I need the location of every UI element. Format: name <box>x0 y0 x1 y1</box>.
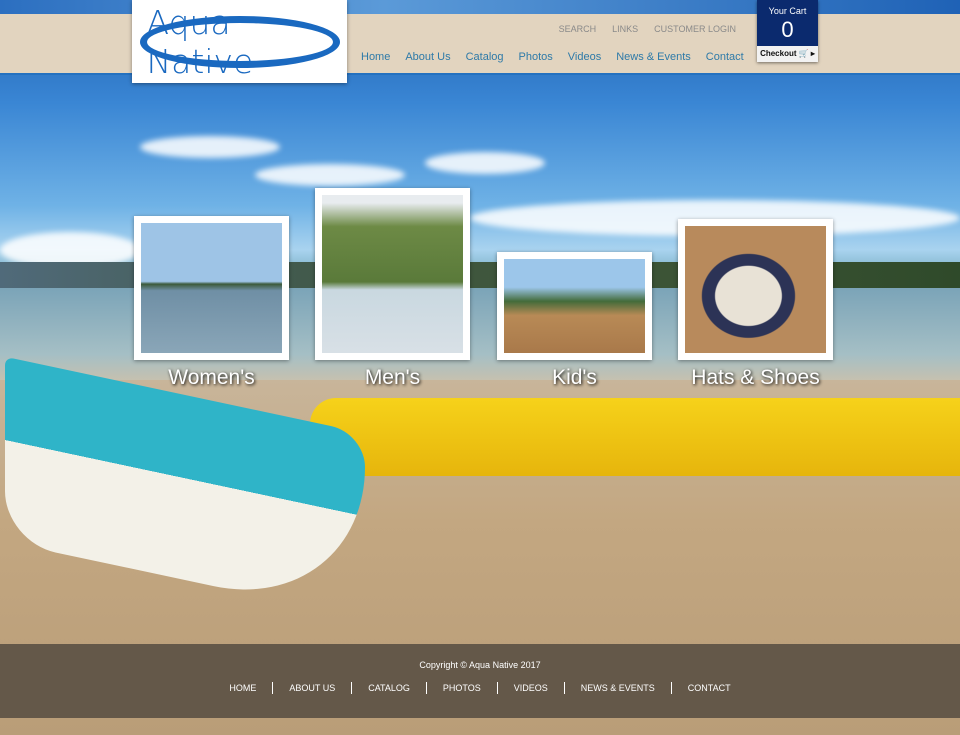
nav-videos[interactable]: Videos <box>568 51 601 63</box>
kids-photo <box>504 259 645 353</box>
utility-links: SEARCH LINKS CUSTOMER LOGIN <box>559 24 736 34</box>
mens-photo <box>322 195 463 353</box>
main-nav: Home About Us Catalog Photos Videos News… <box>361 51 744 63</box>
logo[interactable]: Aqua Native <box>132 0 347 83</box>
links-link[interactable]: LINKS <box>612 24 638 34</box>
search-link[interactable]: SEARCH <box>559 24 597 34</box>
footer-videos[interactable]: VIDEOS <box>496 682 564 694</box>
category-label-womens[interactable]: Women's <box>134 366 289 390</box>
checkout-button[interactable]: Checkout 🛒 ▸ <box>757 46 818 62</box>
cart-widget[interactable]: Your Cart 0 Checkout 🛒 ▸ <box>757 0 818 62</box>
footer-about-us[interactable]: ABOUT US <box>272 682 351 694</box>
womens-photo <box>141 223 282 353</box>
nav-home[interactable]: Home <box>361 51 390 63</box>
cart-count: 0 <box>781 17 794 42</box>
cloud <box>140 136 280 158</box>
logo-text: Aqua Native <box>139 3 340 81</box>
category-mens[interactable] <box>315 188 470 360</box>
nav-catalog[interactable]: Catalog <box>466 51 504 63</box>
category-hats-shoes[interactable] <box>678 219 833 360</box>
category-womens[interactable] <box>134 216 289 360</box>
category-label-mens[interactable]: Men's <box>315 366 470 390</box>
cart-title: Your Cart <box>768 6 807 16</box>
cloud <box>255 164 405 186</box>
footer-contact[interactable]: CONTACT <box>670 682 747 694</box>
nav-about-us[interactable]: About Us <box>405 51 450 63</box>
yellow-kayak <box>310 398 960 476</box>
cloud <box>425 152 545 174</box>
footer-catalog[interactable]: CATALOG <box>351 682 426 694</box>
customer-login-link[interactable]: CUSTOMER LOGIN <box>654 24 736 34</box>
nav-news-events[interactable]: News & Events <box>616 51 691 63</box>
nav-photos[interactable]: Photos <box>519 51 553 63</box>
footer-news-events[interactable]: NEWS & EVENTS <box>563 682 671 694</box>
footer-home[interactable]: HOME <box>213 682 272 694</box>
footer: Copyright © Aqua Native 2017 HOME ABOUT … <box>0 644 960 718</box>
nav-contact[interactable]: Contact <box>706 51 744 63</box>
category-label-kids[interactable]: Kid's <box>497 366 652 390</box>
hats-photo <box>685 226 826 353</box>
category-kids[interactable] <box>497 252 652 360</box>
footer-nav: HOME ABOUT US CATALOG PHOTOS VIDEOS NEWS… <box>0 682 960 694</box>
copyright: Copyright © Aqua Native 2017 <box>419 660 541 670</box>
category-label-hats-shoes[interactable]: Hats & Shoes <box>670 366 841 390</box>
footer-photos[interactable]: PHOTOS <box>425 682 497 694</box>
